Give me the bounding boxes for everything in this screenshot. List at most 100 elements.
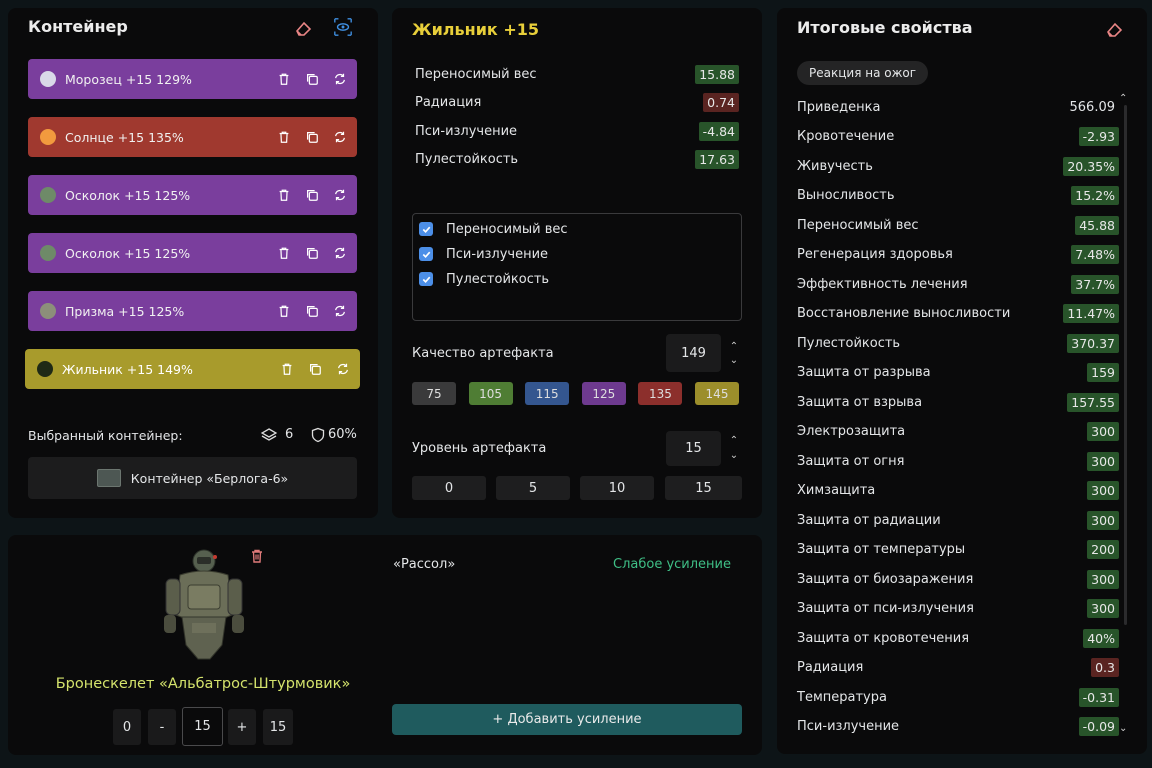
total-stat-row: Защита от пси-излучения 300 bbox=[797, 597, 1119, 621]
swap-icon[interactable] bbox=[331, 128, 349, 146]
stat-filter-checkbox[interactable]: Переносимый вес bbox=[419, 220, 568, 238]
checkbox-checked-icon[interactable] bbox=[419, 222, 433, 236]
artifact-prop-row: Пси-излучение -4.84 bbox=[415, 120, 739, 142]
stat-name: Приведенка bbox=[797, 99, 881, 115]
stat-name: Радиация bbox=[797, 660, 864, 675]
artifact-row[interactable]: Солнце +15 135% bbox=[28, 117, 357, 157]
stat-name: Химзащита bbox=[797, 483, 876, 498]
checkbox-checked-icon[interactable] bbox=[419, 247, 433, 261]
trash-icon[interactable] bbox=[275, 70, 293, 88]
total-stat-row: Защита от биозаражения 300 bbox=[797, 567, 1119, 591]
total-stat-row: Температура -0.31 bbox=[797, 685, 1119, 709]
armor-level-input[interactable]: 15 bbox=[182, 707, 223, 746]
trash-icon[interactable] bbox=[275, 128, 293, 146]
eraser-icon[interactable] bbox=[1103, 18, 1125, 40]
level-input[interactable]: 15 bbox=[666, 431, 721, 466]
add-upgrade-button[interactable]: + Добавить усиление bbox=[392, 704, 742, 735]
total-stat-row: Защита от огня 300 bbox=[797, 449, 1119, 473]
scrollbar[interactable] bbox=[1124, 105, 1127, 625]
quality-preset-button[interactable]: 135 bbox=[638, 382, 683, 405]
stat-value: -2.93 bbox=[1078, 127, 1119, 146]
artifact-row[interactable]: Осколок +15 125% bbox=[28, 233, 357, 273]
container-select-button[interactable]: Контейнер «Берлога-6» bbox=[28, 457, 357, 499]
quality-preset-button[interactable]: 125 bbox=[581, 382, 626, 405]
trash-icon[interactable] bbox=[249, 548, 265, 564]
swap-icon[interactable] bbox=[331, 302, 349, 320]
level-preset-button[interactable]: 0 bbox=[412, 476, 486, 500]
trash-icon[interactable] bbox=[275, 186, 293, 204]
stat-name: Пси-излучение bbox=[797, 719, 900, 734]
artifact-row[interactable]: Жильник +15 149% bbox=[25, 349, 360, 389]
artifact-row[interactable]: Морозец +15 129% bbox=[28, 59, 357, 99]
total-stat-row: Пулестойкость 370.37 bbox=[797, 331, 1119, 355]
trash-icon[interactable] bbox=[278, 360, 296, 378]
swap-icon[interactable] bbox=[331, 186, 349, 204]
copy-icon[interactable] bbox=[306, 360, 324, 378]
stat-name: Защита от взрыва bbox=[797, 394, 923, 410]
level-preset-button[interactable]: 5 bbox=[496, 476, 570, 500]
checkbox-label: Переносимый вес bbox=[446, 221, 568, 237]
copy-icon[interactable] bbox=[303, 244, 321, 262]
prop-value: 0.74 bbox=[703, 93, 739, 112]
trash-icon[interactable] bbox=[275, 302, 293, 320]
stat-value: 15.2% bbox=[1071, 186, 1119, 205]
copy-icon[interactable] bbox=[303, 186, 321, 204]
stat-value: 370.37 bbox=[1067, 333, 1119, 353]
total-stat-row: Живучесть 20.35% bbox=[797, 154, 1119, 178]
artifact-row-actions bbox=[275, 117, 349, 157]
total-stat-row: Выносливость 15.2% bbox=[797, 184, 1119, 208]
quality-preset-button[interactable]: 115 bbox=[525, 382, 570, 405]
prop-value: -4.84 bbox=[698, 121, 739, 141]
total-stat-row: Пси-излучение -0.09 bbox=[797, 715, 1119, 739]
layers-icon bbox=[260, 427, 278, 443]
eye-icon[interactable] bbox=[332, 16, 354, 38]
scroll-up-icon[interactable]: ⌃ bbox=[1119, 93, 1127, 104]
armor-level-max[interactable]: 15 bbox=[263, 709, 293, 745]
level-preset-button[interactable]: 10 bbox=[580, 476, 654, 500]
quality-preset-button[interactable]: 105 bbox=[468, 382, 513, 405]
effect-tag: Реакция на ожог bbox=[797, 61, 929, 85]
quality-preset-button[interactable]: 145 bbox=[695, 382, 739, 405]
stat-filter-checkbox[interactable]: Пулестойкость bbox=[419, 270, 549, 288]
swap-icon[interactable] bbox=[331, 70, 349, 88]
copy-icon[interactable] bbox=[303, 70, 321, 88]
level-preset-button[interactable]: 15 bbox=[665, 476, 742, 500]
checkbox-checked-icon[interactable] bbox=[419, 272, 433, 286]
armor-level-increment[interactable]: + bbox=[228, 709, 256, 745]
quality-up-icon[interactable]: ⌃ bbox=[728, 340, 740, 352]
quality-input[interactable]: 149 bbox=[666, 334, 721, 372]
stat-value: 200 bbox=[1087, 540, 1119, 559]
swap-icon[interactable] bbox=[334, 360, 352, 378]
upgrade-name: «Рассол» bbox=[393, 557, 456, 572]
quality-preset-button[interactable]: 75 bbox=[412, 382, 456, 405]
swap-icon[interactable] bbox=[331, 244, 349, 262]
eraser-icon[interactable] bbox=[292, 17, 314, 39]
stat-value: 45.88 bbox=[1075, 215, 1119, 235]
total-stat-row: Защита от кровотечения 40% bbox=[797, 626, 1119, 650]
level-down-icon[interactable]: ⌄ bbox=[728, 449, 740, 461]
selected-container-label: Выбранный контейнер: bbox=[28, 428, 183, 443]
copy-icon[interactable] bbox=[303, 128, 321, 146]
artifact-row-actions bbox=[275, 233, 349, 273]
stat-value: 11.47% bbox=[1063, 304, 1119, 323]
stat-filter-checkbox[interactable]: Пси-излучение bbox=[419, 245, 548, 263]
artifact-row[interactable]: Призма +15 125% bbox=[28, 291, 357, 331]
stat-value: 40% bbox=[1083, 628, 1119, 648]
copy-icon[interactable] bbox=[303, 302, 321, 320]
container-name: Контейнер «Берлога-6» bbox=[130, 470, 289, 486]
total-stat-row: Переносимый вес 45.88 bbox=[797, 213, 1119, 237]
total-stat-row: Защита от температуры 200 bbox=[797, 538, 1119, 562]
stat-name: Защита от кровотечения bbox=[797, 630, 970, 646]
prop-name: Пулестойкость bbox=[415, 152, 519, 167]
scroll-down-icon[interactable]: ⌄ bbox=[1119, 723, 1127, 734]
shield-icon bbox=[310, 427, 326, 443]
stat-name: Защита от радиации bbox=[797, 512, 941, 528]
artifact-row[interactable]: Осколок +15 125% bbox=[28, 175, 357, 215]
quality-down-icon[interactable]: ⌄ bbox=[728, 354, 740, 366]
trash-icon[interactable] bbox=[275, 244, 293, 262]
level-up-icon[interactable]: ⌃ bbox=[728, 434, 740, 446]
stat-value: 37.7% bbox=[1071, 274, 1119, 294]
prop-name: Переносимый вес bbox=[415, 66, 537, 82]
armor-level-min[interactable]: 0 bbox=[113, 709, 141, 745]
armor-level-decrement[interactable]: - bbox=[148, 709, 176, 745]
